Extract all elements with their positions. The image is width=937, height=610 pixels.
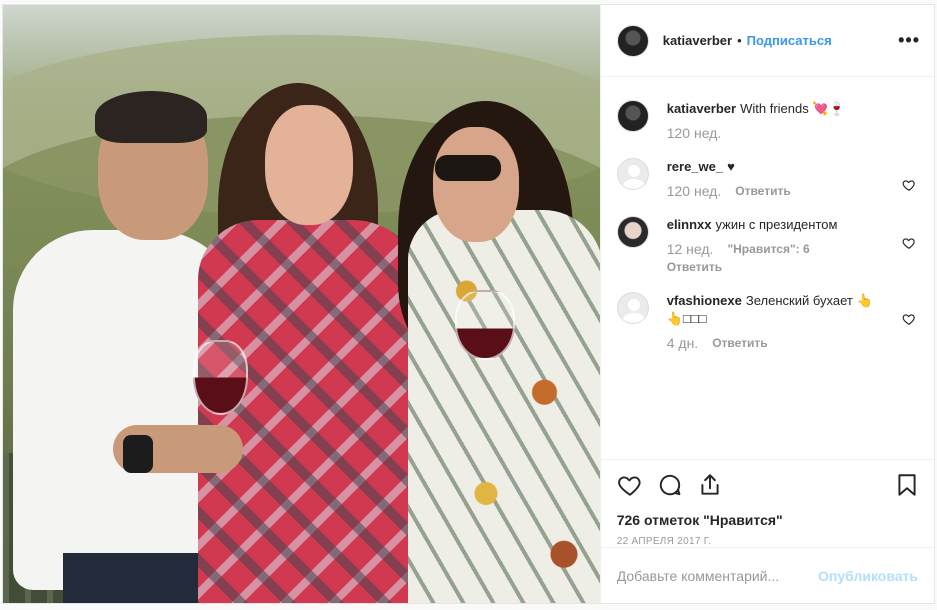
caption-username[interactable]: katiaverber [667,101,736,116]
comment-username[interactable]: elinnxx [667,217,712,232]
commenter-avatar[interactable] [616,292,649,324]
comment-item: vfashionexe Зеленский бухает 👆 👆□□□ 4 дн.… [616,292,918,352]
comment-icon[interactable] [657,472,683,498]
comment-username[interactable]: vfashionexe [667,293,742,308]
wine-glass [455,290,515,360]
author-username[interactable]: katiaverber [663,33,732,48]
post-side-panel: katiaverber • Подписаться ••• katiaverbe… [599,5,934,603]
comment-item: rere_we_ ♥ 120 нед. Ответить [616,158,918,200]
add-comment-bar: Опубликовать [600,547,934,603]
comment-text: ужин с президентом [715,217,838,232]
comment-username[interactable]: rere_we_ [667,159,723,174]
post-date: 22 АПРЕЛЯ 2017 Г. [616,536,712,547]
reply-button[interactable]: Ответить [712,334,767,352]
wine-glass [193,340,248,415]
share-icon[interactable] [697,472,723,498]
comments-list[interactable]: katiaverber With friends 💘🍷 120 нед. rere… [601,78,934,458]
like-comment-icon[interactable] [902,312,916,326]
man-hair [95,91,207,143]
author-avatar[interactable] [616,24,649,57]
reply-button[interactable]: Ответить [667,258,722,276]
likes-count[interactable]: 726 отметок "Нравится" [617,512,920,528]
woman-face [265,105,353,225]
instagram-post: katiaverber • Подписаться ••• katiaverbe… [2,4,935,604]
comment-item: elinnxx ужин с президентом 12 нед. "Нрави… [616,216,918,276]
comment-input[interactable] [616,567,819,584]
bookmark-icon[interactable] [894,472,920,498]
like-comment-icon[interactable] [902,236,916,250]
floral-dress [408,210,600,603]
like-comment-icon[interactable] [902,178,916,192]
author-avatar[interactable] [616,100,649,132]
caption-text: With friends 💘🍷 [740,101,845,116]
follow-button[interactable]: Подписаться [747,33,832,48]
caption: katiaverber With friends 💘🍷 120 нед. [616,100,918,142]
comment-text: ♥ [727,159,735,174]
comment-likes[interactable]: "Нравится": 6 [727,240,809,258]
comment-time[interactable]: 4 дн. [667,334,698,352]
commenter-avatar[interactable] [616,158,649,190]
publish-button[interactable]: Опубликовать [818,568,918,584]
post-photo[interactable] [3,5,600,603]
commenter-avatar[interactable] [616,216,649,248]
post-actions: 726 отметок "Нравится" 22 АПРЕЛЯ 2017 Г. [600,459,934,547]
comment-time[interactable]: 120 нед. [667,182,722,200]
comment-time[interactable]: 12 нед. [667,240,714,258]
separator-dot: • [737,33,742,48]
woman-face [433,127,519,242]
post-header: katiaverber • Подписаться ••• [600,5,934,77]
heart-icon[interactable] [617,472,643,498]
reply-button[interactable]: Ответить [735,182,790,200]
caption-time[interactable]: 120 нед. [667,124,722,142]
wrist-watch [123,435,153,473]
more-options-icon[interactable]: ••• [898,30,920,51]
sunglasses [435,155,501,181]
